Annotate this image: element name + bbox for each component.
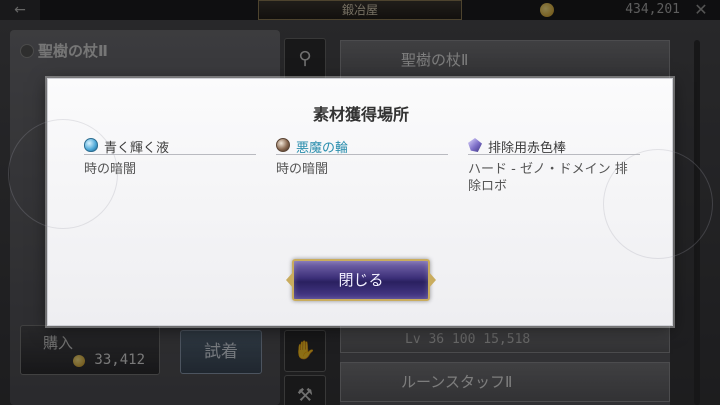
material-location[interactable]: 時の暗闇 [276,161,448,178]
material-column: 悪魔の輪 時の暗闇 [276,137,448,178]
material-header: 悪魔の輪 [276,137,448,156]
dialog-title: 素材獲得場所 [312,105,409,124]
material-location[interactable]: ハード - ゼノ・ドメイン 排除ロボ [468,161,640,195]
ring-icon [276,138,290,152]
material-source-dialog: 素材獲得場所 青く輝く液 時の暗闇 悪魔の輪 時の暗闇 排除用赤色棒 ハード -… [8,78,713,326]
close-button[interactable]: 閉じる [292,259,430,301]
material-name: 排除用赤色棒 [488,141,567,156]
material-column: 排除用赤色棒 ハード - ゼノ・ドメイン 排除ロボ [468,137,640,195]
material-name: 青く輝く液 [104,141,170,156]
material-location[interactable]: 時の暗闇 [84,161,256,178]
rod-icon [468,138,482,152]
material-header: 排除用赤色棒 [468,137,640,156]
material-column: 青く輝く液 時の暗闇 [84,137,256,178]
liquid-icon [84,138,98,152]
material-name: 悪魔の輪 [296,141,349,156]
material-header: 青く輝く液 [84,137,256,156]
